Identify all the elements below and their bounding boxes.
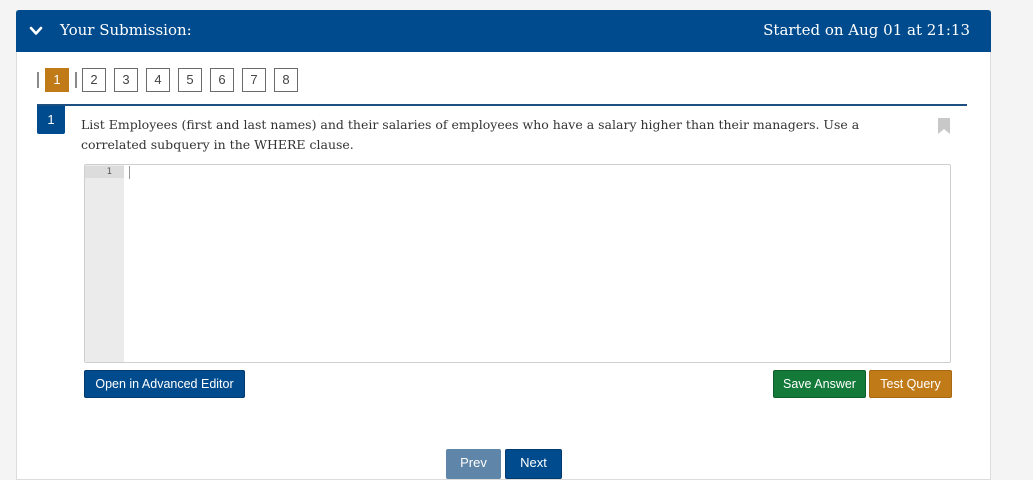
question-number-badge: 1 xyxy=(37,106,65,134)
page-6-button[interactable]: 6 xyxy=(210,68,234,92)
test-query-button[interactable]: Test Query xyxy=(869,370,952,398)
page-4-button[interactable]: 4 xyxy=(146,68,170,92)
page-1-button[interactable]: 1 xyxy=(45,68,69,92)
submission-header[interactable]: Your Submission: Started on Aug 01 at 21… xyxy=(16,10,991,52)
page-2-button[interactable]: 2 xyxy=(82,68,106,92)
editor-gutter: 1 xyxy=(85,165,124,362)
pager-divider xyxy=(37,72,39,88)
line-number: 1 xyxy=(85,166,124,178)
sql-editor[interactable]: 1 xyxy=(84,164,951,363)
page-7-button[interactable]: 7 xyxy=(242,68,266,92)
next-button[interactable]: Next xyxy=(505,449,562,479)
text-cursor xyxy=(129,166,130,179)
save-answer-button[interactable]: Save Answer xyxy=(773,370,866,398)
question-divider xyxy=(37,104,967,106)
pager-divider xyxy=(75,72,77,88)
page-3-button[interactable]: 3 xyxy=(114,68,138,92)
open-advanced-editor-button[interactable]: Open in Advanced Editor xyxy=(84,370,245,398)
bookmark-icon[interactable] xyxy=(938,118,950,134)
started-timestamp: Started on Aug 01 at 21:13 xyxy=(763,21,970,39)
header-title: Your Submission: xyxy=(60,21,192,39)
prev-button[interactable]: Prev xyxy=(446,449,501,479)
page-5-button[interactable]: 5 xyxy=(178,68,202,92)
page-8-button[interactable]: 8 xyxy=(274,68,298,92)
question-text: List Employees (first and last names) an… xyxy=(81,117,860,152)
chevron-down-icon[interactable] xyxy=(29,24,43,38)
